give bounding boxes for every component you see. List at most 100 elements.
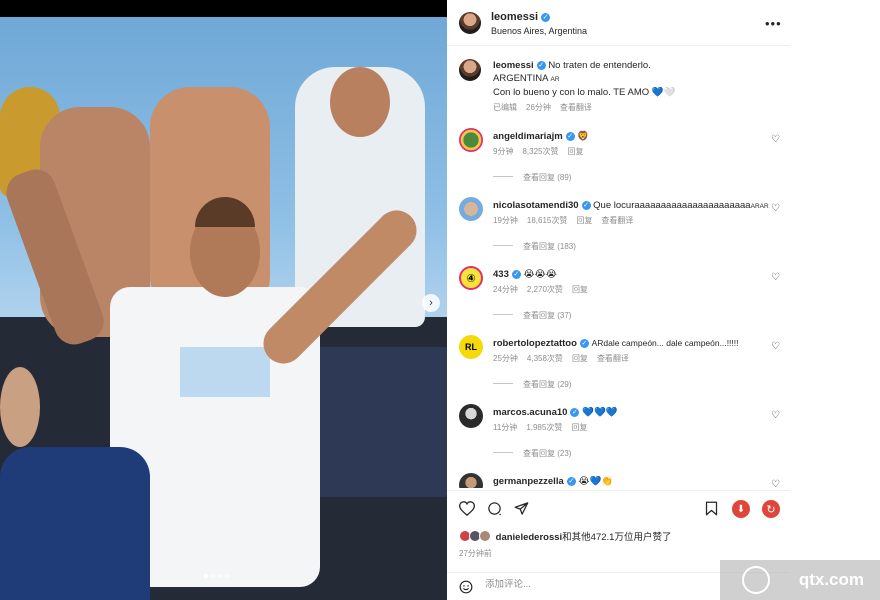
post-location[interactable]: Buenos Aires, Argentina <box>491 26 587 36</box>
watermark-text: qtx.com <box>798 570 864 589</box>
like-comment-heart-icon[interactable]: ♡ <box>771 272 780 283</box>
comment-likes[interactable]: 1,985次赞 <box>526 423 562 432</box>
comment-item: RL robertolopeztattoo ✓ ARdale campeón...… <box>459 335 789 399</box>
comment-item: marcos.acuna10 ✓ 💙💙💙 11分钟 1,985次赞 回复 查看回复 (… <box>459 404 789 468</box>
comment-body: ARdale campeón... dale campeón...!!!!! <box>591 338 739 348</box>
header-username[interactable]: leomessi ✓ <box>491 11 551 23</box>
verified-badge-icon: ✓ <box>566 477 576 486</box>
like-comment-heart-icon[interactable]: ♡ <box>771 203 780 214</box>
emoji-smile-icon[interactable] <box>459 580 473 594</box>
translate-link[interactable]: 查看翻译 <box>601 216 633 225</box>
share-send-icon[interactable] <box>514 501 529 516</box>
caption-line: No traten de entenderlo. <box>548 60 651 71</box>
caption-time: 26分钟 <box>526 103 551 112</box>
like-comment-heart-icon[interactable]: ♡ <box>771 479 780 488</box>
like-heart-icon[interactable] <box>459 501 475 516</box>
avatar[interactable] <box>459 197 483 221</box>
translate-link[interactable]: 查看翻译 <box>597 354 629 363</box>
view-replies[interactable]: 查看回复 (23) <box>493 448 571 459</box>
bookmark-save-icon[interactable] <box>705 501 718 516</box>
post-header: leomessi ✓ Buenos Aires, Argentina ••• <box>447 0 790 46</box>
reply-link[interactable]: 回复 <box>576 216 592 225</box>
add-comment-input[interactable] <box>485 579 725 590</box>
comment-meta: 11分钟 1,985次赞 回复 <box>493 422 596 433</box>
comment-emoji: 😭💙👏 <box>578 476 614 487</box>
reply-link[interactable]: 回复 <box>572 354 588 363</box>
verified-badge-icon: ✓ <box>581 201 591 210</box>
watermark-logo-icon <box>742 566 770 594</box>
avatar[interactable] <box>459 473 483 488</box>
comment-username[interactable]: nicolasotamendi30 <box>493 200 579 211</box>
carousel-dots <box>204 574 229 578</box>
post-actions: ⬇ ↻ <box>447 490 790 530</box>
carousel-dot <box>204 574 208 578</box>
more-options-icon[interactable]: ••• <box>765 16 782 31</box>
comment-text: 433 ✓ 😭😭😭 <box>493 268 773 281</box>
view-replies[interactable]: 查看回复 (183) <box>493 241 576 252</box>
comment-time: 25分钟 <box>493 354 518 363</box>
avatar[interactable]: ④ <box>459 266 483 290</box>
download-icon[interactable]: ⬇ <box>732 500 750 518</box>
avatar[interactable] <box>459 12 481 34</box>
verified-badge-icon: ✓ <box>579 339 589 348</box>
reply-link[interactable]: 回复 <box>571 423 587 432</box>
liker-username[interactable]: danielederossi <box>496 532 563 543</box>
comment-item: ④ 433 ✓ 😭😭😭 24分钟 2,270次赞 回复 查看回复 (37) ♡ <box>459 266 789 330</box>
likes-count-text[interactable]: 和其他472.1万位用户赞了 <box>562 532 671 543</box>
comment-body: Que locuraaaaaaaaaaaaaaaaaaaaaa <box>593 200 751 211</box>
post-photo <box>0 17 447 600</box>
comment-emoji: 😭😭😭 <box>523 269 557 280</box>
reply-link[interactable]: 回复 <box>567 147 583 156</box>
watermark: qtx.com <box>720 560 880 600</box>
comment-likes[interactable]: 4,358次赞 <box>527 354 563 363</box>
comment-username[interactable]: angeldimariajm <box>493 131 563 142</box>
avatar[interactable] <box>459 59 481 81</box>
refresh-icon[interactable]: ↻ <box>762 500 780 518</box>
comment-likes[interactable]: 18,615次赞 <box>527 216 567 225</box>
verified-badge-icon: ✓ <box>570 408 580 417</box>
caption-username[interactable]: leomessi <box>493 60 534 71</box>
comment-time: 11分钟 <box>493 423 518 432</box>
comment-time: 24分钟 <box>493 285 518 294</box>
avatar[interactable] <box>459 404 483 428</box>
comment-meta: 25分钟 4,358次赞 回复 查看翻译 <box>493 353 638 364</box>
avatar[interactable]: RL <box>459 335 483 359</box>
view-replies[interactable]: 查看回复 (29) <box>493 379 571 390</box>
comment-icon[interactable] <box>487 501 502 516</box>
like-comment-heart-icon[interactable]: ♡ <box>771 410 780 421</box>
comment-username[interactable]: marcos.acuna10 <box>493 407 567 418</box>
comment-item: nicolasotamendi30 ✓ Que locuraaaaaaaaaaaa… <box>459 197 789 261</box>
like-comment-heart-icon[interactable]: ♡ <box>771 134 780 145</box>
likes-summary: danielederossi和其他472.1万位用户赞了 <box>459 529 671 543</box>
caption-meta: 已编辑 26分钟 查看翻译 <box>493 102 601 113</box>
comment-emoji: 🦁 <box>577 131 590 142</box>
translate-link[interactable]: 查看翻译 <box>560 103 592 112</box>
comment-username[interactable]: robertolopeztattoo <box>493 338 577 349</box>
avatar <box>479 530 491 542</box>
flag-icon: AR <box>550 76 560 83</box>
carousel-dot <box>218 574 222 578</box>
view-replies[interactable]: 查看回复 (89) <box>493 172 571 183</box>
caption-line: Con lo bueno y con lo malo. TE AMO <box>493 87 650 98</box>
top-bar <box>0 0 447 17</box>
post-media[interactable]: › <box>0 0 447 600</box>
like-comment-heart-icon[interactable]: ♡ <box>771 341 780 352</box>
verified-badge-icon: ✓ <box>536 61 546 70</box>
edited-label: 已编辑 <box>493 103 517 112</box>
comment-username[interactable]: germanpezzella <box>493 476 564 487</box>
comment-likes[interactable]: 8,325次赞 <box>522 147 558 156</box>
comment-likes[interactable]: 2,270次赞 <box>527 285 563 294</box>
reply-link[interactable]: 回复 <box>572 285 588 294</box>
next-image-button[interactable]: › <box>422 294 440 312</box>
comment-meta: 19分钟 18,615次赞 回复 查看翻译 <box>493 215 642 226</box>
carousel-dot <box>225 574 229 578</box>
comment-username[interactable]: 433 <box>493 269 509 280</box>
post-time: 27分钟前 <box>459 549 492 558</box>
view-replies[interactable]: 查看回复 (37) <box>493 310 571 321</box>
caption-text: leomessi ✓ No traten de entenderlo. ARGEN… <box>493 59 773 99</box>
post-side-panel: leomessi ✓ Buenos Aires, Argentina ••• le… <box>447 0 880 600</box>
verified-badge-icon: ✓ <box>565 132 575 141</box>
comment-text: robertolopeztattoo ✓ ARdale campeón... da… <box>493 337 773 350</box>
comments-list[interactable]: leomessi ✓ No traten de entenderlo. ARGEN… <box>447 47 790 488</box>
avatar[interactable] <box>459 128 483 152</box>
